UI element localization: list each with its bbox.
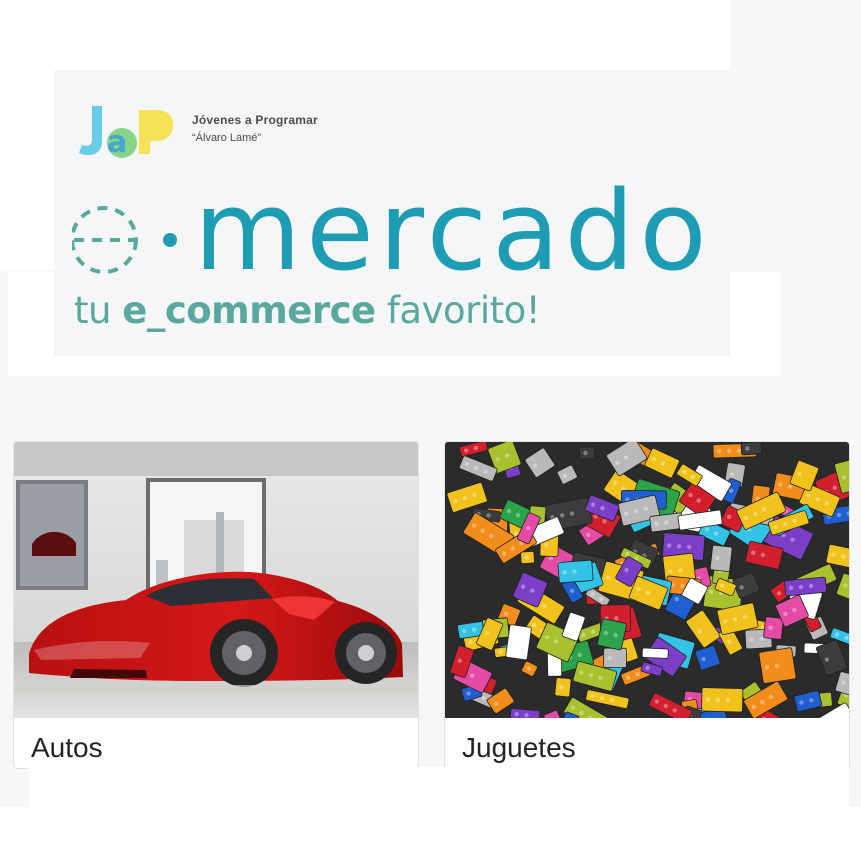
- category-card-autos[interactable]: Autos: [13, 441, 419, 769]
- tagline-prefix: tu: [74, 289, 123, 332]
- lego-brick: [641, 647, 669, 659]
- jap-logo: a: [79, 106, 174, 160]
- category-title-autos: Autos: [31, 732, 103, 763]
- jap-title: Jóvenes a Programar: [192, 113, 318, 127]
- brand-name: mercado: [194, 167, 712, 295]
- site-header: a Jóvenes a Programar “Álvaro Lamé” merc…: [54, 70, 730, 356]
- category-title-juguetes: Juguetes: [462, 732, 576, 763]
- lego-brick: [740, 442, 763, 456]
- jap-subtitle: “Álvaro Lamé”: [192, 132, 262, 144]
- tagline-strong: e_commerce: [122, 289, 376, 332]
- svg-text:a: a: [107, 125, 127, 160]
- tagline-suffix: favorito!: [375, 289, 541, 332]
- page-bottom-white-area: [0, 807, 861, 862]
- cards-bottom-white-strip: [29, 767, 849, 807]
- lego-bricks-image: [445, 442, 849, 718]
- left-white-area: [0, 70, 54, 270]
- top-white-area: [0, 0, 730, 70]
- lego-brick: [505, 624, 532, 661]
- red-sports-car-image: [14, 442, 418, 718]
- tagline: tu e_commerce favorito!: [74, 289, 541, 332]
- jap-text-block: Jóvenes a Programar “Álvaro Lamé”: [192, 113, 318, 144]
- emercado-symbol-icon: [72, 206, 177, 274]
- lego-brick: [763, 616, 784, 640]
- category-card-juguetes[interactable]: Juguetes: [444, 441, 850, 769]
- lego-brick: [603, 647, 627, 669]
- lego-brick: [709, 544, 733, 572]
- lego-brick: [597, 618, 627, 651]
